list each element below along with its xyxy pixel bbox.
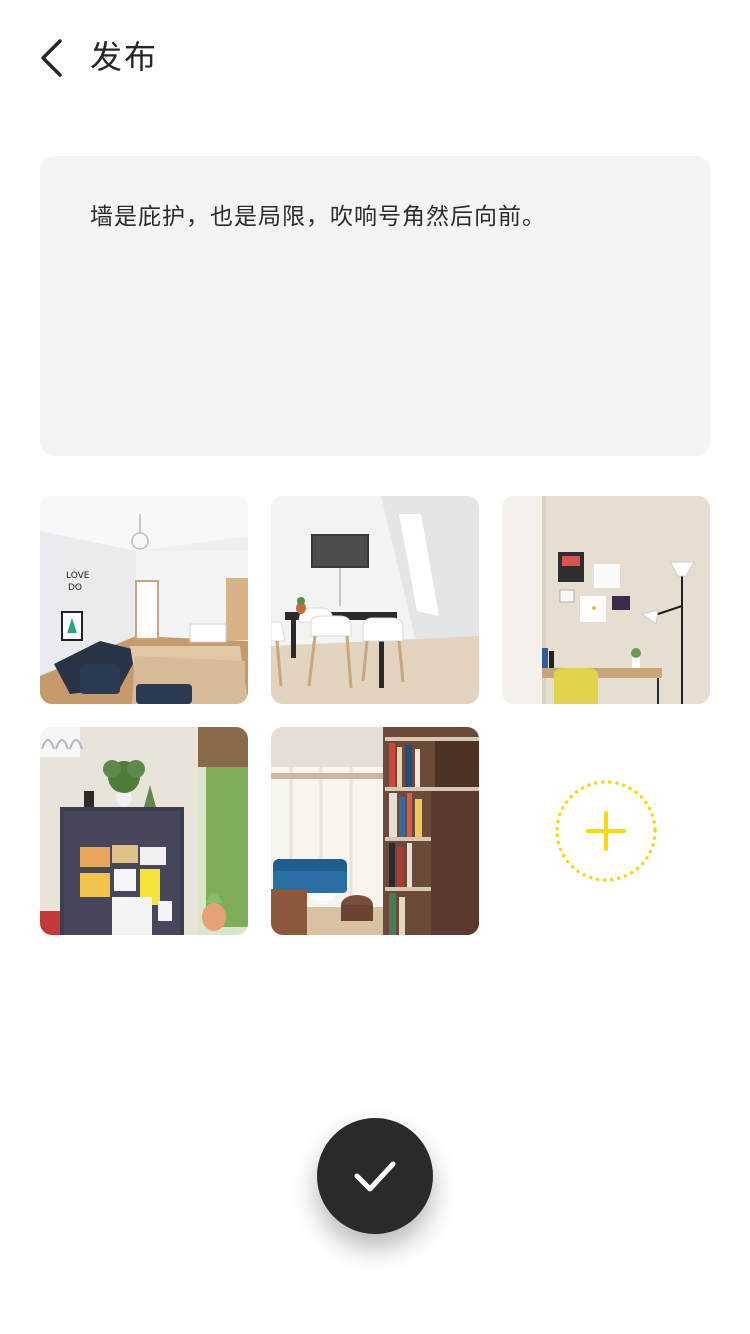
svg-text:LOVE: LOVE xyxy=(66,571,90,581)
back-chevron-icon[interactable] xyxy=(38,38,68,78)
post-text-area[interactable]: 墙是庇护，也是局限，吹响号角然后向前。 xyxy=(40,156,710,456)
photo-thumbnail-locker[interactable] xyxy=(40,727,248,935)
confirm-publish-button[interactable] xyxy=(317,1118,433,1234)
photo-thumbnail-bookshelf-living-room[interactable] xyxy=(271,727,479,935)
plus-icon xyxy=(555,780,657,882)
page-title: 发布 xyxy=(90,38,159,76)
header: 发布 xyxy=(0,0,750,115)
photo-thumbnail-bedroom[interactable]: LOVE DO xyxy=(40,496,248,704)
photo-thumbnail-dining-room[interactable] xyxy=(271,496,479,704)
photo-thumbnail-desk-corner[interactable] xyxy=(502,496,710,704)
svg-text:DO: DO xyxy=(68,583,82,593)
post-text-content[interactable]: 墙是庇护，也是局限，吹响号角然后向前。 xyxy=(90,200,670,234)
add-photo-button[interactable] xyxy=(502,727,710,935)
checkmark-icon xyxy=(354,1161,396,1192)
